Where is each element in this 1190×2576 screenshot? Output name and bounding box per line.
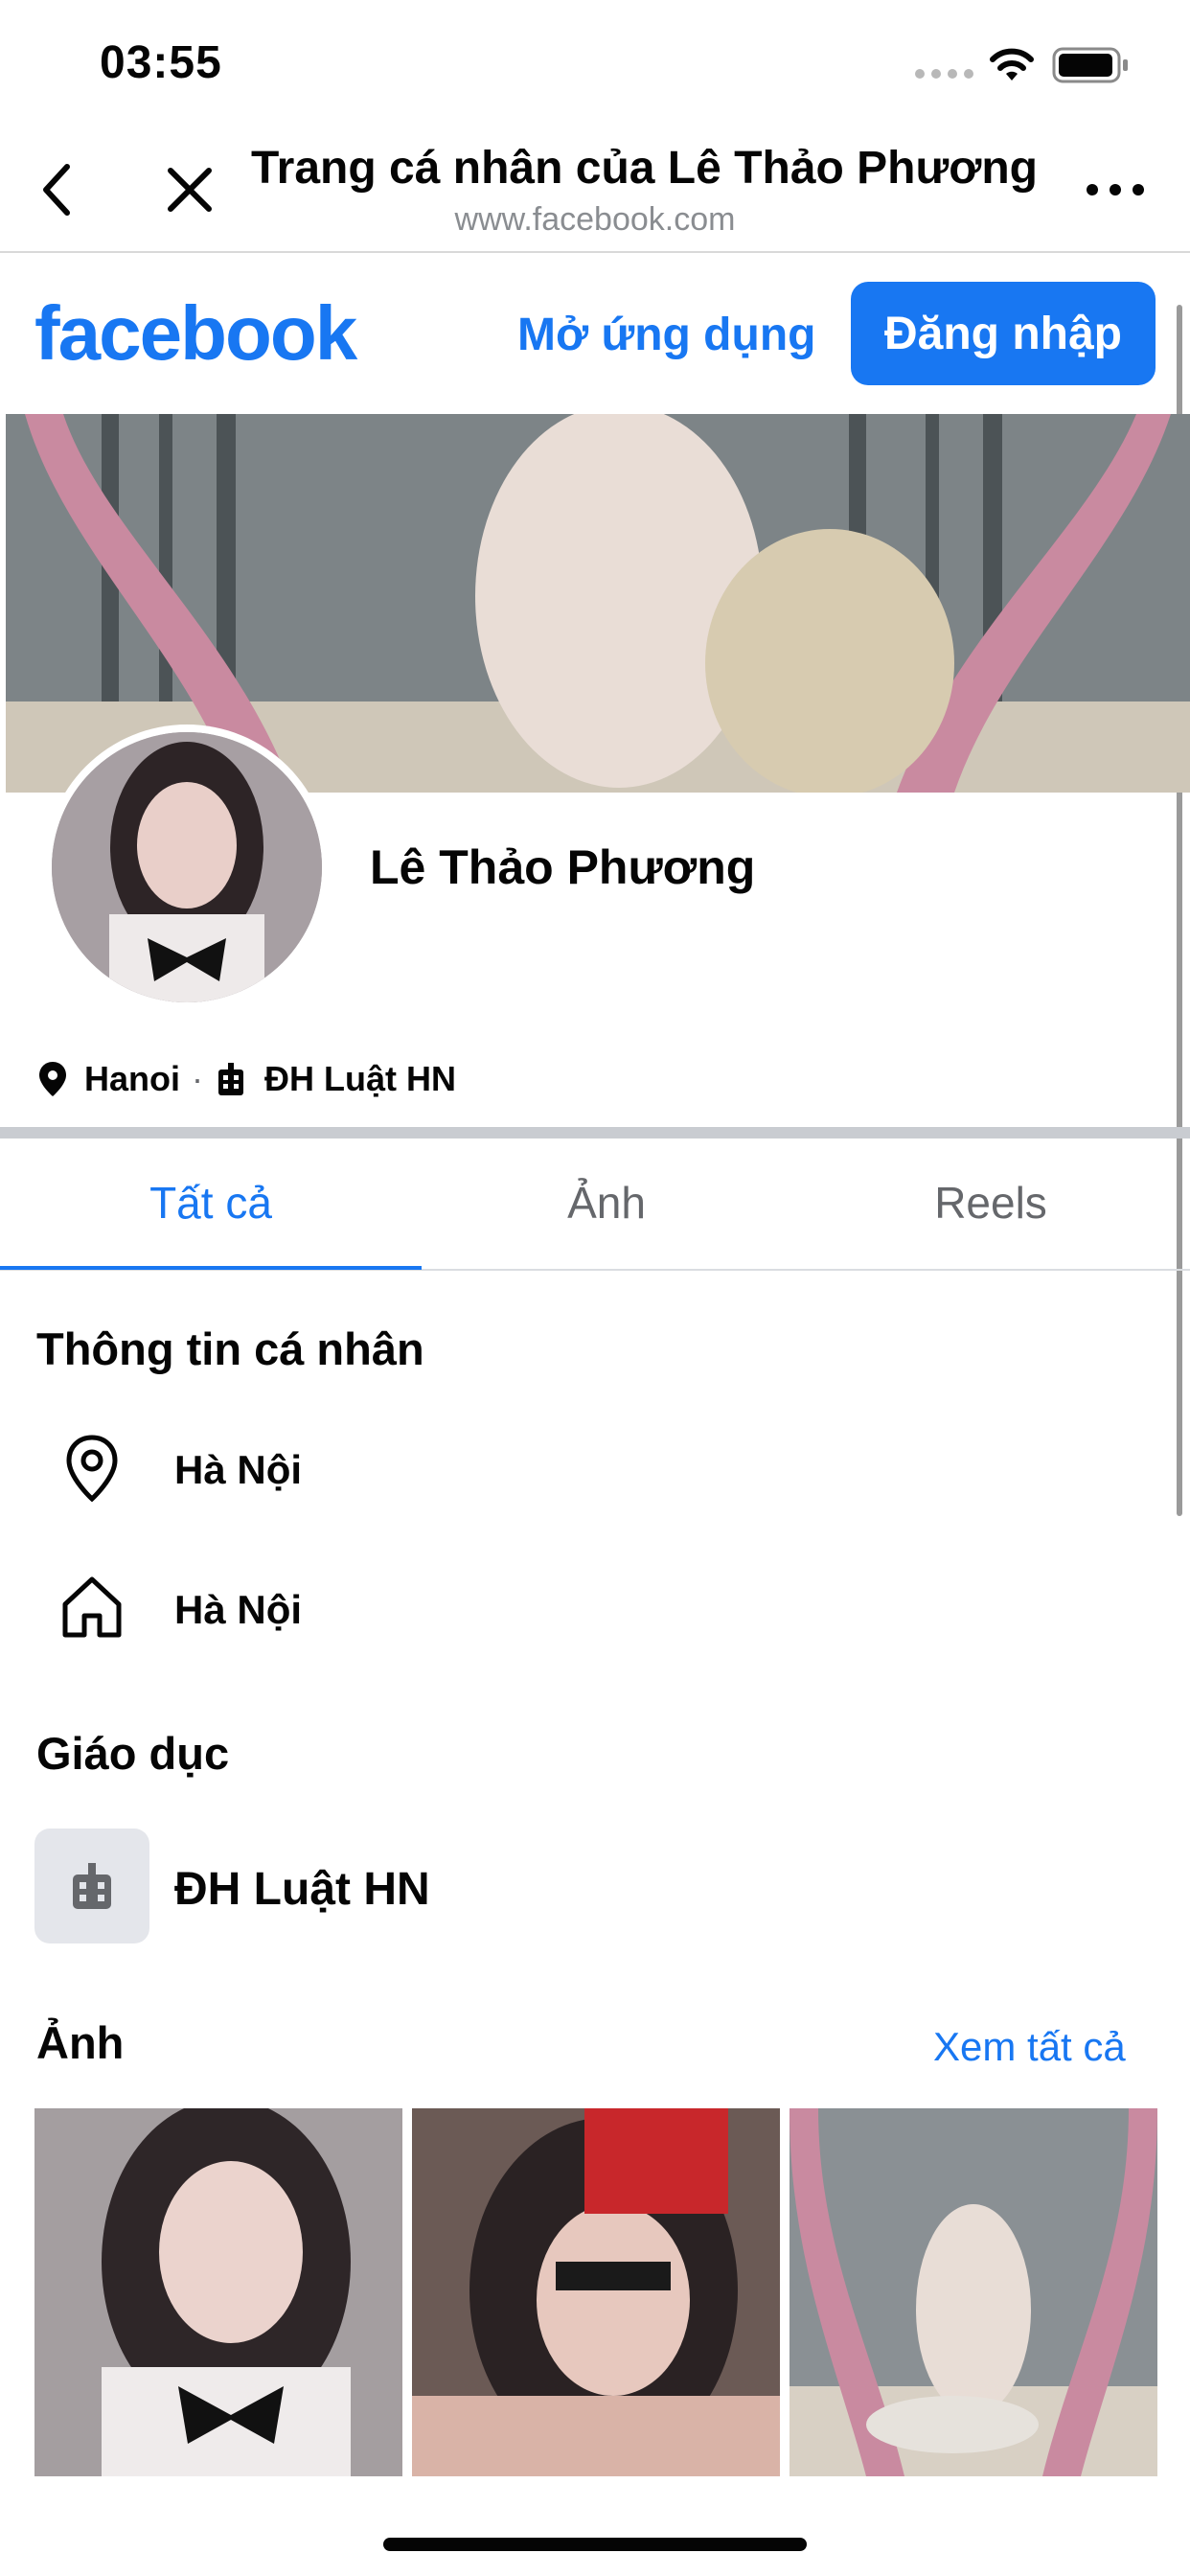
personal-info-heading: Thông tin cá nhân	[36, 1323, 424, 1374]
browser-url: www.facebook.com	[454, 201, 736, 238]
tab-reels[interactable]: Reels	[791, 1177, 1190, 1229]
battery-icon	[1052, 46, 1131, 84]
photo-thumbnail[interactable]	[34, 2108, 402, 2476]
location-pin-icon	[38, 1061, 67, 1097]
education-heading: Giáo dục	[36, 1728, 230, 1779]
tab-all[interactable]: Tất cả	[0, 1177, 422, 1229]
home-indicator[interactable]	[383, 2538, 807, 2551]
profile-meta: Hanoi · ĐH Luật HN	[38, 1059, 456, 1099]
avatar[interactable]	[44, 724, 330, 1010]
profile-city: Hanoi	[84, 1059, 181, 1098]
header-divider	[0, 251, 1190, 253]
tab-active-indicator	[0, 1266, 422, 1270]
profile-name: Lê Thảo Phương	[370, 840, 756, 894]
education-school[interactable]: ĐH Luật HN	[174, 1863, 430, 1916]
profile-school: ĐH Luật HN	[264, 1059, 457, 1098]
open-app-link[interactable]: Mở ứng dụng	[517, 309, 815, 361]
home-icon	[57, 1572, 126, 1641]
hometown: Hà Nội	[174, 1587, 303, 1632]
more-icon[interactable]	[1085, 182, 1146, 197]
status-time: 03:55	[100, 37, 222, 88]
section-divider	[0, 1127, 1190, 1138]
see-all-photos-link[interactable]: Xem tất cả	[933, 2024, 1126, 2070]
building-icon	[215, 1062, 247, 1096]
tab-photos[interactable]: Ảnh	[422, 1177, 791, 1229]
location-pin-icon	[61, 1434, 123, 1503]
photo-thumbnail[interactable]	[412, 2108, 780, 2476]
separator-dot: ·	[192, 1059, 204, 1098]
wifi-icon	[987, 46, 1037, 84]
facebook-logo[interactable]: facebook	[34, 289, 357, 378]
browser-title: Trang cá nhân của Lê Thảo Phương	[251, 143, 1038, 194]
signal-icon	[915, 69, 973, 79]
school-icon	[34, 1828, 149, 1944]
login-button[interactable]: Đăng nhập	[851, 282, 1156, 385]
photos-heading: Ảnh	[36, 2017, 125, 2068]
current-city: Hà Nội	[174, 1447, 303, 1492]
photo-thumbnail[interactable]	[790, 2108, 1157, 2476]
